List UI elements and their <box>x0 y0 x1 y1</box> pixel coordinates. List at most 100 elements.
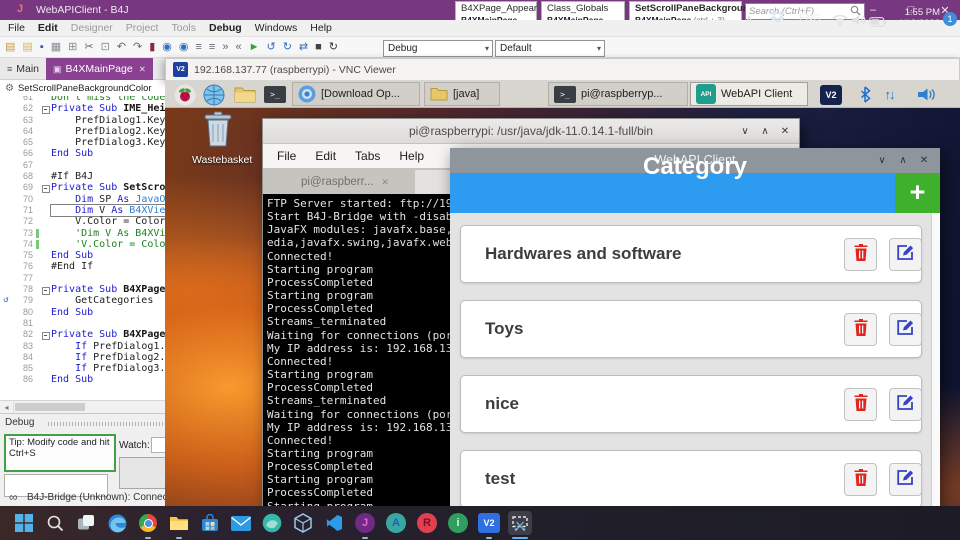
edit-category-button[interactable] <box>889 238 922 271</box>
code-line[interactable]: 81 <box>0 318 165 329</box>
b4a-icon[interactable]: A <box>384 511 408 535</box>
toolbar-icon[interactable]: » <box>222 41 228 53</box>
category-card[interactable]: Toys <box>460 300 922 358</box>
toolbar-icon[interactable]: ⊡ <box>101 41 110 53</box>
b4r-icon[interactable]: R <box>415 511 439 535</box>
code-line[interactable]: 73 'Dim V As B4XView = <box>0 228 165 239</box>
pi-task--java-[interactable]: [java] <box>424 82 500 106</box>
code-line[interactable]: 76 #End If <box>0 261 165 272</box>
toolbar-icon[interactable]: « <box>235 41 241 53</box>
terminal-tab[interactable]: pi@raspberr... ✕ <box>277 170 413 194</box>
web-browser-icon[interactable] <box>200 83 228 106</box>
pi-task-pi-raspberryp-[interactable]: >_ pi@raspberryp... <box>548 82 688 106</box>
b4j-icon[interactable]: J <box>353 511 377 535</box>
build-config-select[interactable]: Debug ▾ <box>383 40 493 57</box>
virtualbox-icon[interactable] <box>291 511 315 535</box>
vscode-icon[interactable] <box>322 511 346 535</box>
file-manager-icon[interactable] <box>231 83 259 106</box>
category-card[interactable]: nice <box>460 375 922 433</box>
toolbar-icon[interactable]: ↷ <box>133 41 142 53</box>
language-indicator[interactable]: ENG <box>799 13 821 24</box>
menu-help[interactable]: Help <box>310 22 332 34</box>
menu-designer[interactable]: Designer <box>71 22 113 34</box>
code-line[interactable]: 84 If PrefDialog2.IsInitializ <box>0 352 165 363</box>
toolbar-icon[interactable]: ↺ <box>266 41 275 53</box>
file-explorer-icon[interactable] <box>167 511 191 535</box>
toolbar-icon[interactable]: ↻ <box>283 41 292 53</box>
chrome-icon[interactable] <box>136 511 160 535</box>
toolbar-icon[interactable]: ↻ <box>329 41 338 53</box>
teal-app-icon[interactable] <box>260 511 284 535</box>
code-line[interactable]: 75 End Sub <box>0 250 165 261</box>
edge-icon[interactable] <box>105 511 129 535</box>
edit-category-button[interactable] <box>889 463 922 496</box>
horizontal-scrollbar[interactable]: ◂ <box>0 400 165 413</box>
code-line[interactable]: 66 End Sub <box>0 148 165 159</box>
terminal-icon[interactable]: >_ <box>261 83 289 106</box>
network-arrows-icon[interactable]: ↑↓ <box>874 83 904 106</box>
code-line[interactable]: 80 End Sub <box>0 307 165 318</box>
close-icon[interactable]: ✕ <box>775 119 795 144</box>
edit-category-button[interactable] <box>889 388 922 421</box>
menu-debug[interactable]: Debug <box>209 22 242 34</box>
code-line[interactable]: 83 If PrefDialog1.IsInitializ <box>0 341 165 352</box>
menu-tools[interactable]: Tools <box>171 22 196 34</box>
delete-category-button[interactable] <box>844 313 877 346</box>
delete-category-button[interactable] <box>844 388 877 421</box>
toolbar-icon[interactable]: ⇄ <box>299 41 308 53</box>
volume-icon[interactable] <box>912 83 942 106</box>
toolbar-icon[interactable]: ≡ <box>196 41 202 53</box>
snipping-tool-icon[interactable] <box>508 511 532 535</box>
code-line[interactable]: 63 PrefDialog1.KeyboardH <box>0 115 165 126</box>
code-line[interactable]: 74 'V.Color = Color <box>0 239 165 250</box>
maximize-icon[interactable]: ∧ <box>755 119 775 144</box>
menu-edit[interactable]: Edit <box>38 22 58 34</box>
toolbar-icon[interactable]: ◉ <box>162 41 172 53</box>
code-line[interactable]: 68 #If B4J <box>0 171 165 182</box>
delete-category-button[interactable] <box>844 238 877 271</box>
store-icon[interactable] <box>198 511 222 535</box>
code-line[interactable]: 70 Dim SP As JavaObject <box>0 194 165 205</box>
build-profile-select[interactable]: Default ▾ <box>495 40 605 57</box>
code-line[interactable]: 71 Dim V As B4XView = S <box>0 203 165 218</box>
toolbar-icon[interactable]: ◉ <box>179 41 189 53</box>
menu-project[interactable]: Project <box>126 22 159 34</box>
scroll-left-icon[interactable]: ◂ <box>0 401 14 413</box>
member-selector[interactable]: ⚙ SetScrollPaneBackgroundColor <box>0 80 165 97</box>
toolbar-icon[interactable]: ↶ <box>117 41 126 53</box>
menu-file[interactable]: File <box>8 22 25 34</box>
scrollbar-thumb[interactable] <box>15 403 85 411</box>
start-icon[interactable] <box>12 511 36 535</box>
code-line[interactable]: 72 V.Color = Color <box>0 216 165 227</box>
wifi-icon[interactable] <box>832 13 848 31</box>
pi-task--download-op-[interactable]: [Download Op... <box>292 82 420 106</box>
wastebasket-desktop-icon[interactable]: Wastebasket <box>192 111 252 166</box>
toolbar-icon[interactable]: ▤ <box>22 41 32 53</box>
fold-collapse-icon[interactable] <box>42 105 50 114</box>
add-category-button[interactable]: + <box>895 173 940 213</box>
vertical-scrollbar[interactable] <box>931 213 940 506</box>
toolbar-icon[interactable]: ▤ <box>5 41 15 53</box>
terminal-titlebar[interactable]: pi@raspberrypi: /usr/java/jdk-11.0.14.1-… <box>263 119 799 144</box>
toolbar-icon[interactable]: ■ <box>315 41 322 53</box>
volume-icon[interactable] <box>851 13 867 31</box>
delete-category-button[interactable] <box>844 463 877 496</box>
close-icon[interactable]: ✕ <box>139 64 146 75</box>
edit-category-button[interactable] <box>889 313 922 346</box>
toolbar-icon[interactable]: ≡ <box>209 41 215 53</box>
toolbar-icon[interactable]: ► <box>249 41 260 53</box>
clock[interactable]: 1:55 PM 4/19/2022 <box>886 7 940 29</box>
category-card[interactable]: test <box>460 450 922 506</box>
code-line[interactable]: 82 Private Sub B4XPage_Re <box>0 329 165 340</box>
toolbar-icon[interactable]: ✂ <box>84 41 93 53</box>
vnc-server-icon[interactable]: V2 <box>816 83 846 106</box>
menu-raspberry-icon[interactable] <box>171 83 199 106</box>
terminal-menu-help[interactable]: Help <box>399 149 424 163</box>
code-line[interactable]: ↺ 79 GetCategories <box>0 295 165 306</box>
menu-windows[interactable]: Windows <box>255 22 298 34</box>
mail-icon[interactable] <box>229 511 253 535</box>
panel-drag-handle[interactable] <box>48 422 163 426</box>
minimize-icon[interactable]: ∨ <box>735 119 755 144</box>
battery-icon[interactable] <box>869 14 887 32</box>
close-icon[interactable]: ✕ <box>381 177 389 188</box>
